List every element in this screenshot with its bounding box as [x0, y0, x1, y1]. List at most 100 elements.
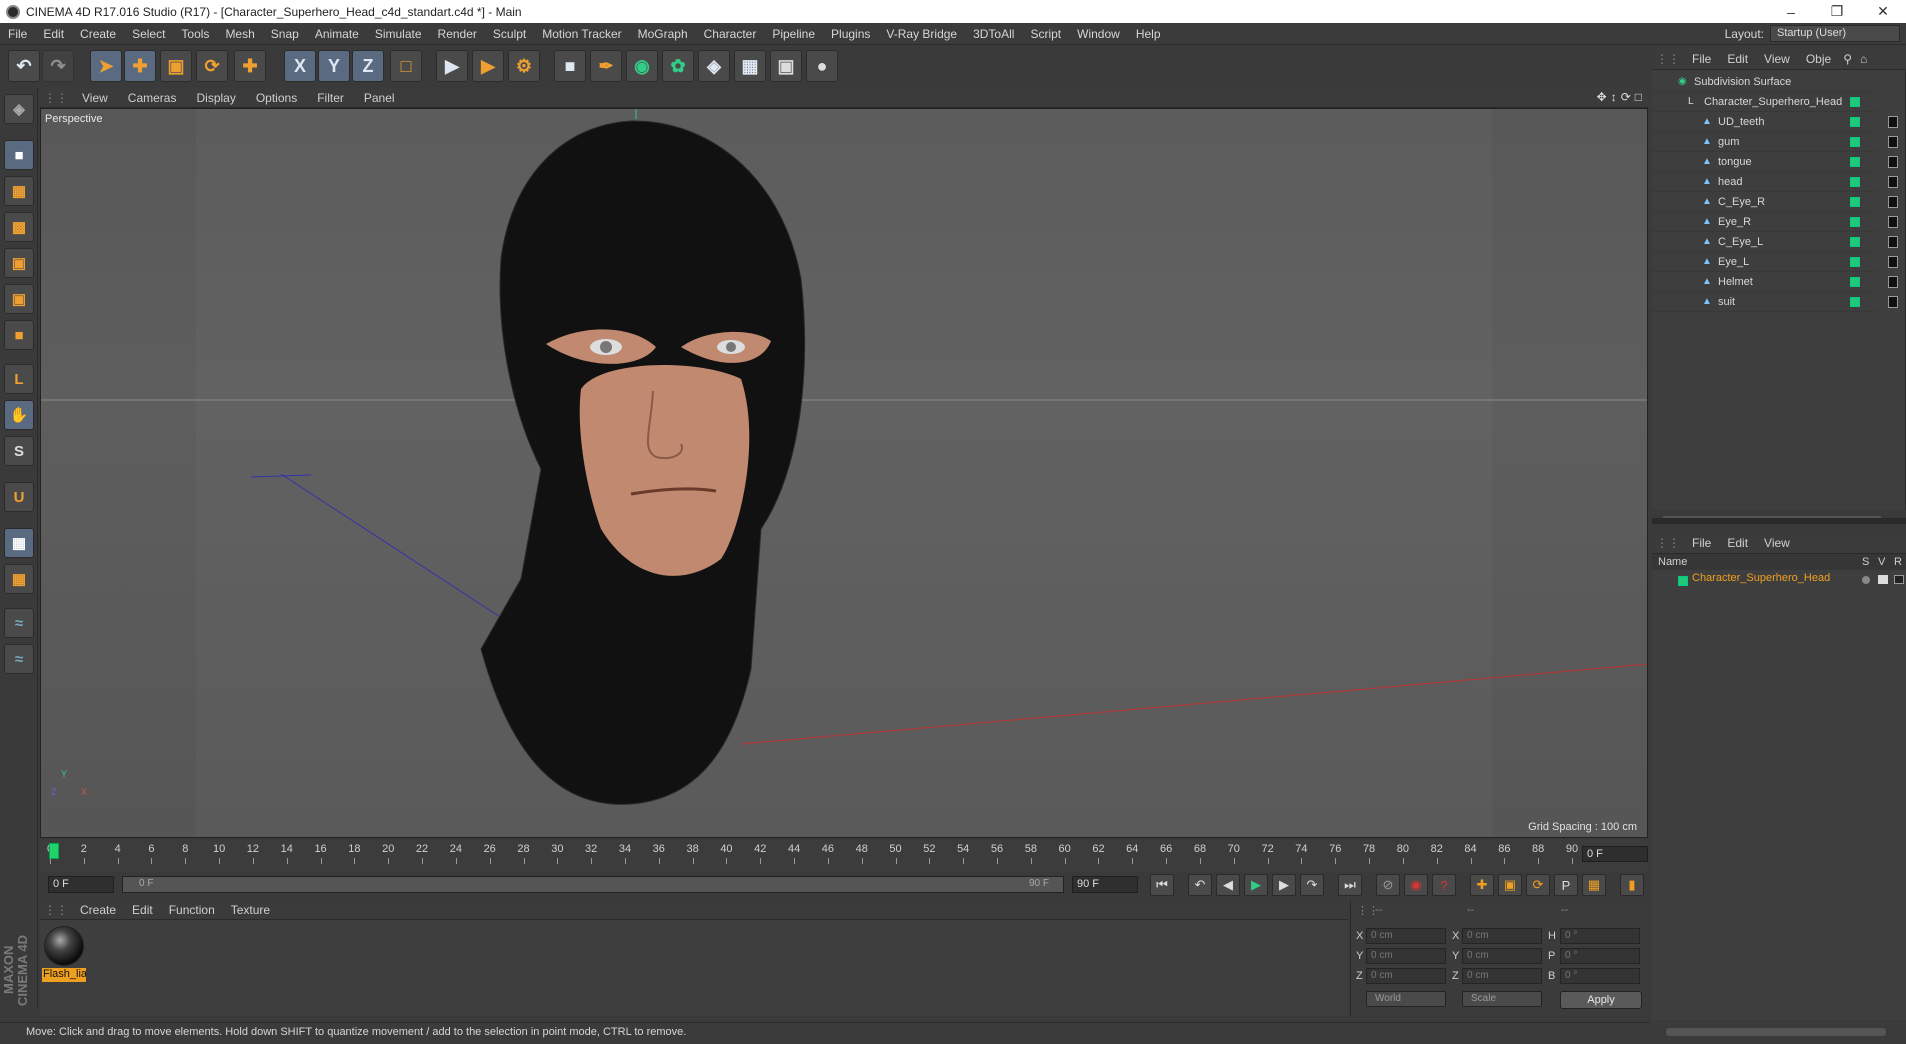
- texture-tag-icon[interactable]: [1888, 136, 1898, 148]
- y-axis-button[interactable]: Y: [318, 50, 350, 82]
- position-x-field[interactable]: 0 cm: [1366, 928, 1446, 944]
- restore-icon[interactable]: ❐: [1814, 3, 1860, 20]
- subdivision-icon[interactable]: ◉: [626, 50, 658, 82]
- layer-color-icon[interactable]: [1850, 297, 1860, 307]
- key-pla-icon[interactable]: ▦: [1582, 874, 1606, 896]
- record-keys-icon[interactable]: ⊘: [1376, 874, 1400, 896]
- search-icon[interactable]: ⚲: [1839, 52, 1856, 66]
- magnet-icon[interactable]: U: [4, 482, 34, 512]
- key-position-icon[interactable]: ✚: [1470, 874, 1494, 896]
- layer-list-hscrollbar[interactable]: [1666, 1028, 1886, 1036]
- key-scale-icon[interactable]: ▣: [1498, 874, 1522, 896]
- object-row[interactable]: ▲ Eye_R: [1652, 212, 1876, 232]
- render-settings-icon[interactable]: ⚙: [508, 50, 540, 82]
- next-frame-icon[interactable]: ▶: [1272, 874, 1296, 896]
- menu-sculpt[interactable]: Sculpt: [485, 27, 534, 41]
- layer-color-icon[interactable]: [1850, 137, 1860, 147]
- floor-icon[interactable]: ▦: [734, 50, 766, 82]
- 3d-viewport[interactable]: Perspective Y Z X Grid Spacing : 100 cm: [40, 108, 1648, 838]
- make-editable-icon[interactable]: ◈: [4, 94, 34, 124]
- object-menu-file[interactable]: File: [1684, 52, 1719, 66]
- menu-animate[interactable]: Animate: [307, 27, 367, 41]
- material-thumbnail[interactable]: [44, 926, 84, 966]
- material-menu-edit[interactable]: Edit: [124, 903, 161, 917]
- panel-divider[interactable]: [1652, 518, 1906, 524]
- material-name-label[interactable]: Flash_lia: [42, 968, 86, 982]
- size-y-field[interactable]: 0 cm: [1462, 948, 1542, 964]
- texture-tag-icon[interactable]: [1888, 116, 1898, 128]
- viewport-menu-cameras[interactable]: Cameras: [118, 91, 187, 105]
- timeline-window-icon[interactable]: ▮: [1620, 874, 1644, 896]
- layout-dropdown[interactable]: Startup (User): [1770, 25, 1900, 42]
- go-to-end-icon[interactable]: ⏭: [1338, 874, 1362, 896]
- redo-icon[interactable]: ↷: [42, 50, 74, 82]
- layer-color-icon[interactable]: [1850, 237, 1860, 247]
- object-row[interactable]: ▲ UD_teeth: [1652, 112, 1876, 132]
- position-z-field[interactable]: 0 cm: [1366, 968, 1446, 984]
- minimize-icon[interactable]: –: [1768, 4, 1814, 20]
- layer-name[interactable]: Character_Superhero_Head: [1692, 572, 1830, 584]
- deformer-icon[interactable]: ◈: [698, 50, 730, 82]
- column-solo[interactable]: S: [1862, 556, 1869, 568]
- current-frame-field[interactable]: 0 F: [1582, 846, 1648, 862]
- column-visible[interactable]: V: [1878, 556, 1885, 568]
- orbit-icon[interactable]: ⟳: [1621, 90, 1631, 104]
- scale-icon[interactable]: ▣: [160, 50, 192, 82]
- object-menu-edit[interactable]: Edit: [1719, 52, 1756, 66]
- layer-color-icon[interactable]: [1850, 117, 1860, 127]
- object-row[interactable]: ▲ head: [1652, 172, 1876, 192]
- layer-color-icon[interactable]: [1678, 576, 1688, 586]
- texture-tag-icon[interactable]: [1888, 296, 1898, 308]
- layer-color-icon[interactable]: [1850, 197, 1860, 207]
- light-icon[interactable]: ●: [806, 50, 838, 82]
- size-x-field[interactable]: 0 cm: [1462, 928, 1542, 944]
- cube-icon[interactable]: ■: [554, 50, 586, 82]
- menu-create[interactable]: Create: [72, 27, 124, 41]
- autokey-icon[interactable]: ◉: [1404, 874, 1428, 896]
- rotate-icon[interactable]: ⟳: [196, 50, 228, 82]
- viewport-menu-filter[interactable]: Filter: [307, 91, 354, 105]
- menu-file[interactable]: File: [0, 27, 35, 41]
- object-row[interactable]: ▲ C_Eye_L: [1652, 232, 1876, 252]
- undo-icon[interactable]: ↶: [8, 50, 40, 82]
- previous-key-icon[interactable]: ↶: [1188, 874, 1212, 896]
- viewport-menu-panel[interactable]: Panel: [354, 91, 405, 105]
- camera-icon[interactable]: ▣: [770, 50, 802, 82]
- viewport-menu-options[interactable]: Options: [246, 91, 307, 105]
- layer-color-icon[interactable]: [1850, 177, 1860, 187]
- position-y-field[interactable]: 0 cm: [1366, 948, 1446, 964]
- viewport-menu-display[interactable]: Display: [186, 91, 245, 105]
- home-icon[interactable]: ⌂: [1856, 52, 1871, 66]
- select-arrow-icon[interactable]: ➤: [90, 50, 122, 82]
- live-transform-icon[interactable]: ✚: [234, 50, 266, 82]
- menu-edit[interactable]: Edit: [35, 27, 72, 41]
- object-row[interactable]: ▲ suit: [1652, 292, 1876, 312]
- playhead[interactable]: [49, 843, 59, 859]
- key-rotation-icon[interactable]: ⟳: [1526, 874, 1550, 896]
- menu-script[interactable]: Script: [1022, 27, 1069, 41]
- start-frame-field[interactable]: 0 F: [48, 876, 114, 893]
- world-dropdown[interactable]: World: [1366, 991, 1446, 1007]
- texture-tag-icon[interactable]: [1888, 216, 1898, 228]
- maximize-view-icon[interactable]: □: [1635, 90, 1642, 104]
- menu-simulate[interactable]: Simulate: [367, 27, 430, 41]
- x-axis-button[interactable]: X: [284, 50, 316, 82]
- z-axis-button[interactable]: Z: [352, 50, 384, 82]
- pen-spline-icon[interactable]: ✒: [590, 50, 622, 82]
- texture-tag-icon[interactable]: [1888, 236, 1898, 248]
- rotation-b-field[interactable]: 0 °: [1560, 968, 1640, 984]
- menu-select[interactable]: Select: [124, 27, 173, 41]
- material-menu-create[interactable]: Create: [72, 903, 124, 917]
- coordinate-system-icon[interactable]: □: [390, 50, 422, 82]
- model-mode-icon[interactable]: ■: [4, 140, 34, 170]
- render-picture-viewer-icon[interactable]: ▶: [472, 50, 504, 82]
- previous-frame-icon[interactable]: ◀: [1216, 874, 1240, 896]
- object-menu-view[interactable]: View: [1756, 52, 1798, 66]
- timeline-ruler[interactable]: 0246810121416182022242628303234363840424…: [47, 842, 1590, 866]
- layer-color-icon[interactable]: [1850, 97, 1860, 107]
- menu-vray-bridge[interactable]: V-Ray Bridge: [878, 27, 965, 41]
- locked-workplane-icon[interactable]: ▦: [4, 564, 34, 594]
- snap-icon[interactable]: S: [4, 436, 34, 466]
- play-icon[interactable]: ▶: [1244, 874, 1268, 896]
- workplane-icon[interactable]: ▦: [4, 528, 34, 558]
